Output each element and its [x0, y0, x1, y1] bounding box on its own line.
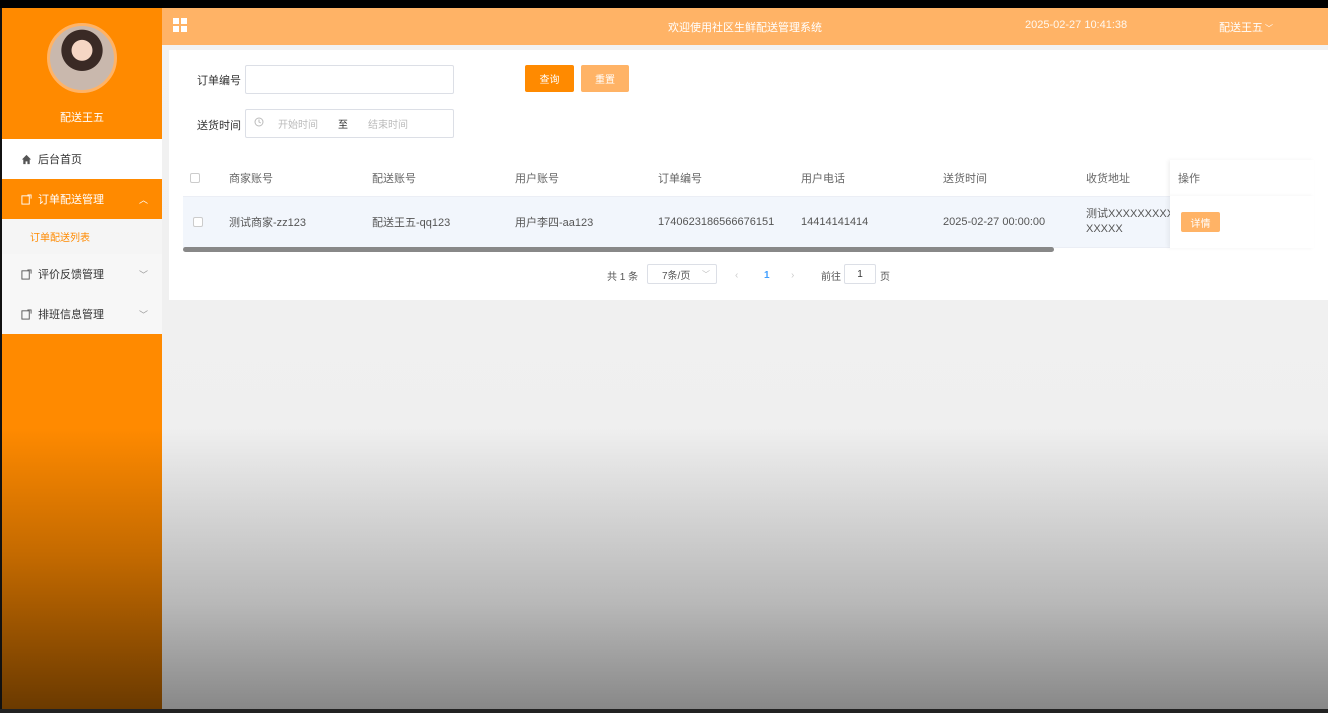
edit-icon — [20, 268, 32, 280]
sidebar-item-home[interactable]: 后台首页 — [2, 139, 162, 179]
table-row[interactable]: 测试商家-zz123 配送王五-qq123 用户李四-aa123 1740623… — [183, 196, 1314, 248]
order-number-input[interactable] — [245, 65, 454, 94]
pagination-total: 共 1 条 — [607, 271, 639, 283]
main-area: 欢迎使用社区生鲜配送管理系统 2025-02-27 10:41:38 配送王五 ﹀… — [162, 8, 1328, 709]
detail-button[interactable]: 详情 — [1181, 212, 1220, 232]
next-page-icon[interactable]: › — [791, 264, 794, 286]
top-header: 欢迎使用社区生鲜配送管理系统 2025-02-27 10:41:38 配送王五 ﹀ — [162, 8, 1328, 45]
prev-page-icon[interactable]: ‹ — [735, 264, 738, 286]
col-header-user: 用户账号 — [515, 173, 559, 185]
sidebar-item-label: 后台首页 — [38, 154, 82, 166]
edit-icon — [20, 308, 32, 320]
start-time-placeholder[interactable]: 开始时间 — [278, 116, 318, 131]
chevron-down-icon: ﹀ — [138, 270, 148, 280]
chevron-down-icon: ﹀ — [138, 310, 148, 320]
cell-delivery-time: 2025-02-27 00:00:00 — [943, 216, 1046, 228]
page-unit-label: 页 — [880, 271, 890, 283]
grid-menu-icon[interactable] — [173, 18, 187, 32]
page-number-current[interactable]: 1 — [764, 264, 770, 286]
col-header-address: 收货地址 — [1086, 173, 1130, 185]
datetime-display: 2025-02-27 10:41:38 — [1025, 19, 1128, 31]
goto-page-input[interactable]: 1 — [844, 264, 876, 284]
sidebar-menu: 后台首页 订单配送管理 ︿ 订单配送列表 评价反馈管理 ﹀ 排班信息管理 ﹀ — [2, 139, 162, 334]
user-dropdown[interactable]: 配送王五 ﹀ — [1219, 19, 1273, 35]
sidebar-item-order-delivery[interactable]: 订单配送管理 ︿ — [2, 179, 162, 219]
table-header: 商家账号 配送账号 用户账号 订单编号 用户电话 送货时间 收货地址 — [183, 160, 1314, 196]
page-title: 欢迎使用社区生鲜配送管理系统 — [668, 22, 822, 34]
sidebar-item-label: 订单配送管理 — [38, 194, 104, 206]
col-header-delivery-time: 送货时间 — [943, 173, 987, 185]
sidebar-item-schedule[interactable]: 排班信息管理 ﹀ — [2, 294, 162, 334]
range-separator: 至 — [338, 120, 348, 131]
address-line-1: 测试XXXXXXXXXX — [1086, 208, 1182, 220]
sidebar-item-label: 排班信息管理 — [38, 309, 104, 321]
profile-section: 配送王五 — [2, 8, 162, 139]
cell-action: 详情 — [1170, 196, 1314, 248]
order-number-label: 订单编号 — [197, 75, 241, 87]
col-header-merchant: 商家账号 — [229, 173, 273, 185]
cell-order-no: 1740623186566676151 — [658, 216, 775, 228]
end-time-placeholder[interactable]: 结束时间 — [368, 116, 408, 131]
user-dropdown-label: 配送王五 — [1219, 22, 1263, 34]
delivery-time-label: 送货时间 — [197, 120, 241, 132]
query-button[interactable]: 查询 — [525, 65, 574, 92]
home-icon — [20, 153, 32, 165]
sidebar-item-feedback[interactable]: 评价反馈管理 ﹀ — [2, 254, 162, 294]
select-all-checkbox[interactable] — [190, 160, 200, 196]
col-header-phone: 用户电话 — [801, 173, 845, 185]
edit-icon — [20, 193, 32, 205]
col-header-action: 操作 — [1170, 160, 1314, 196]
horizontal-scrollbar[interactable] — [183, 247, 1054, 252]
cell-user: 用户李四-aa123 — [515, 217, 594, 229]
col-header-courier: 配送账号 — [372, 173, 416, 185]
pagination: 共 1 条 7条/页 ﹀ ‹ 1 › 前往 1 页 — [169, 264, 1328, 286]
sidebar-item-label: 评价反馈管理 — [38, 269, 104, 281]
sidebar-subitem-order-delivery-list[interactable]: 订单配送列表 — [2, 219, 162, 254]
cell-merchant: 测试商家-zz123 — [229, 217, 307, 229]
clock-icon — [254, 117, 264, 130]
col-header-order-no: 订单编号 — [658, 173, 702, 185]
reset-button[interactable]: 重置 — [581, 65, 629, 92]
avatar[interactable] — [47, 23, 117, 93]
chevron-up-icon: ︿ — [138, 195, 148, 205]
content-card: 订单编号 查询 重置 送货时间 开始时间 至 结束时间 商家账号 配送账号 用户… — [169, 50, 1328, 300]
chevron-down-icon: ﹀ — [1265, 24, 1273, 33]
delivery-time-range-picker[interactable]: 开始时间 至 结束时间 — [245, 109, 454, 138]
cell-courier: 配送王五-qq123 — [372, 217, 451, 229]
chevron-down-icon: ﹀ — [702, 269, 710, 279]
page-size-value: 7条/页 — [662, 270, 691, 282]
goto-label: 前往 — [821, 271, 841, 283]
profile-username: 配送王五 — [60, 112, 104, 124]
sidebar: 配送王五 后台首页 订单配送管理 ︿ 订单配送列表 评价反馈管理 ﹀ 排班信息管… — [2, 8, 162, 709]
row-checkbox[interactable] — [193, 197, 203, 247]
address-line-2: XXXXX — [1086, 223, 1123, 235]
cell-phone: 14414141414 — [801, 216, 869, 228]
page-size-select[interactable]: 7条/页 ﹀ — [647, 264, 717, 284]
